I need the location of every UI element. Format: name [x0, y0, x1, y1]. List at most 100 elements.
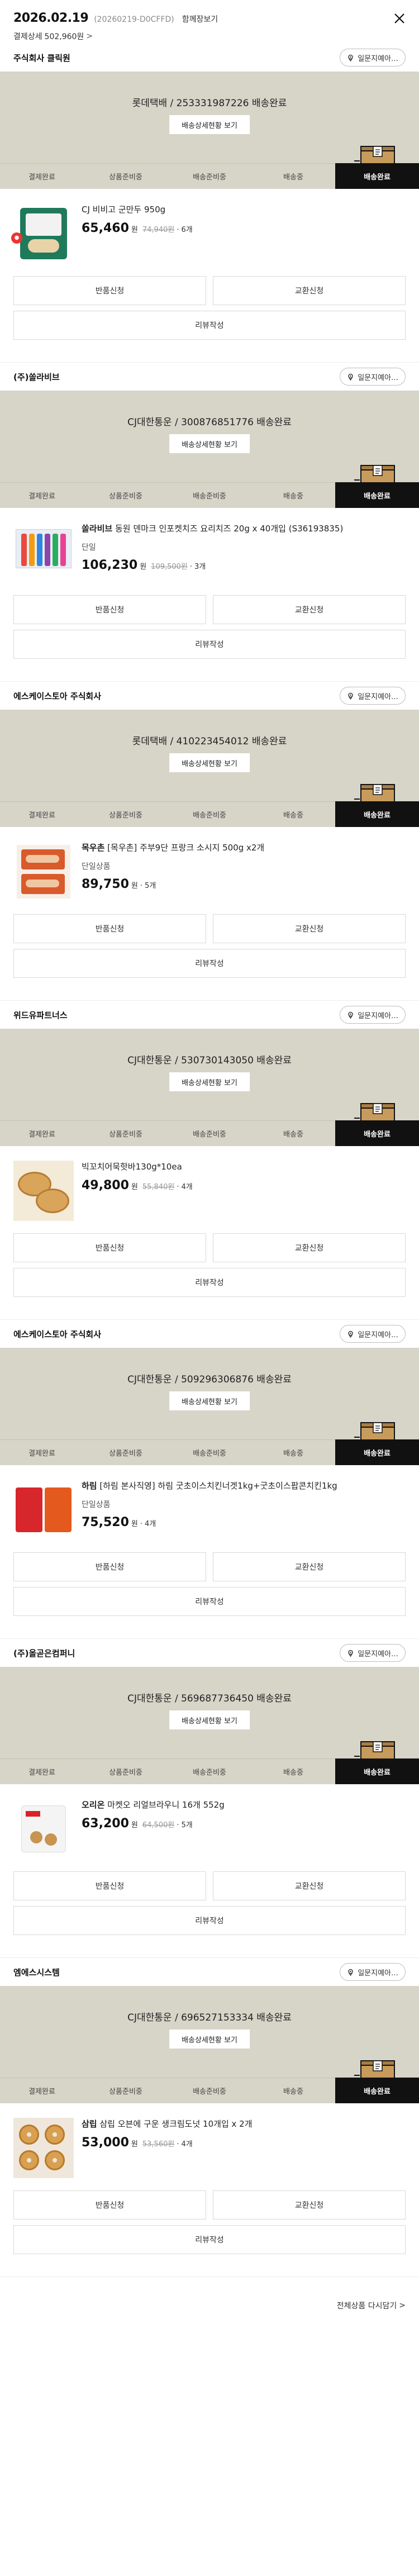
exchange-request-button[interactable]: 교환신청	[213, 1552, 406, 1581]
seller-inquiry-button[interactable]: 일문지예아…	[340, 1963, 406, 1981]
quantity: 4개	[145, 1520, 156, 1528]
write-review-button[interactable]: 리뷰작성	[13, 1587, 406, 1616]
rebuy-all-link[interactable]: 전체상품 다시담기 >	[0, 2277, 419, 2322]
delivery-steps: 결제완료 상품준비중 배송준비중 배송중 배송완료	[0, 482, 419, 508]
delivery-status-panel: 롯데택배 / 253331987226 배송완료 배송상세현황 보기 결제완료 상품준…	[0, 72, 419, 189]
product-name[interactable]: 오리온 마켓오 리얼브라우니 16개 552g	[82, 1799, 406, 1811]
product-name[interactable]: 쏠라비브 동원 덴마크 인포켓치즈 요리치즈 20g x 40개입 (S3619…	[82, 522, 406, 535]
exchange-request-button[interactable]: 교환신청	[213, 1871, 406, 1900]
return-request-button[interactable]: 반품신청	[13, 595, 206, 624]
tracking-detail-button[interactable]: 배송상세현황 보기	[169, 1710, 250, 1729]
tracking-detail-button[interactable]: 배송상세현황 보기	[169, 1391, 250, 1410]
step-1: 결제완료	[0, 2078, 84, 2103]
return-request-button[interactable]: 반품신청	[13, 1233, 206, 1262]
currency-unit: 원	[140, 563, 147, 571]
return-request-button[interactable]: 반품신청	[13, 276, 206, 305]
quantity: 5개	[181, 1821, 193, 1829]
return-request-button[interactable]: 반품신청	[13, 2190, 206, 2219]
seller-inquiry-button[interactable]: 일문지예아…	[340, 1006, 406, 1024]
product-name[interactable]: 빅꼬치어묵핫바130g*10ea	[82, 1161, 406, 1173]
quantity: 4개	[181, 1183, 193, 1191]
product-image[interactable]	[13, 842, 74, 902]
product-brand: 목우촌	[82, 843, 105, 853]
step-3: 배송준비중	[168, 1758, 251, 1784]
product-name[interactable]: 목우촌 [목우촌] 주부9단 프랑크 소시지 500g x2개	[82, 842, 406, 854]
seller-inquiry-button[interactable]: 일문지예아…	[340, 1325, 406, 1343]
step-2: 상품준비중	[84, 482, 168, 508]
quantity-separator: ·	[189, 563, 193, 571]
quantity-separator: ·	[177, 1821, 179, 1829]
return-request-button[interactable]: 반품신청	[13, 1871, 206, 1900]
order-group: 주식회사 클릭원 일문지예아… 롯데택배 / 253331987226 배송완료 배송…	[0, 44, 419, 363]
quantity: 6개	[181, 226, 193, 234]
product-option: 단일	[82, 543, 96, 552]
sale-price: 89,750	[82, 877, 129, 891]
quantity-separator: ·	[177, 226, 179, 234]
price-row: 63,200 원 64,500원 · 5개	[82, 1817, 406, 1831]
step-1: 결제완료	[0, 801, 84, 827]
product-image[interactable]: ●	[11, 203, 74, 264]
order-group: (주)쏠라비브 일문지예아… CJ대한통운 / 300876851776 배송완료 배…	[0, 363, 419, 682]
seller-inquiry-button[interactable]: 일문지예아…	[340, 1644, 406, 1662]
step-2: 상품준비중	[84, 1120, 168, 1146]
delivery-steps: 결제완료 상품준비중 배송준비중 배송중 배송완료	[0, 1439, 419, 1465]
product-name[interactable]: 하림 [하림 본사직영] 하림 굿초이스치킨너겟1kg+굿초이스팝콘치킨1kg	[82, 1480, 406, 1492]
seller-inquiry-button[interactable]: 일문지예아…	[340, 687, 406, 705]
return-request-button[interactable]: 반품신청	[13, 1552, 206, 1581]
delivery-status-text: 롯데택배 / 410223454012 배송완료	[132, 736, 287, 747]
tracking-detail-button[interactable]: 배송상세현황 보기	[169, 1072, 250, 1091]
seller-inquiry-button[interactable]: 일문지예아…	[340, 368, 406, 386]
product-name[interactable]: 삼립 삼립 오븐에 구운 생크림도넛 10개입 x 2개	[82, 2118, 406, 2130]
seller-header: 주식회사 클릭원 일문지예아…	[0, 44, 419, 72]
delivery-steps: 결제완료 상품준비중 배송준비중 배송중 배송완료	[0, 2078, 419, 2103]
exchange-request-button[interactable]: 교환신청	[213, 1233, 406, 1262]
shared-shopping-link[interactable]: 함께장보기	[182, 13, 218, 25]
inquiry-label: 일문지예아…	[358, 1650, 398, 1658]
seller-inquiry-button[interactable]: 일문지예아…	[340, 49, 406, 66]
tracking-detail-button[interactable]: 배송상세현황 보기	[169, 434, 250, 453]
product-item: 쏠라비브 동원 덴마크 인포켓치즈 요리치즈 20g x 40개입 (S3619…	[0, 508, 419, 595]
quantity: 3개	[194, 563, 206, 571]
exchange-request-button[interactable]: 교환신청	[213, 2190, 406, 2219]
product-image[interactable]	[13, 522, 74, 583]
write-review-button[interactable]: 리뷰작성	[13, 1906, 406, 1935]
close-icon[interactable]	[393, 12, 406, 25]
write-review-button[interactable]: 리뷰작성	[13, 311, 406, 340]
product-image[interactable]	[13, 1480, 74, 1540]
seller-name: 에스케이스토아 주식회사	[13, 1329, 102, 1339]
product-name[interactable]: CJ 비비고 군만두 950g	[82, 203, 406, 216]
delivery-status-panel: CJ대한통운 / 509296306876 배송완료 배송상세현황 보기 결제완료 상…	[0, 1348, 419, 1465]
write-review-button[interactable]: 리뷰작성	[13, 949, 406, 978]
sale-price: 63,200	[82, 1817, 129, 1831]
product-info: 하림 [하림 본사직영] 하림 굿초이스치킨너겟1kg+굿초이스팝콘치킨1kg 단…	[74, 1480, 406, 1552]
sale-price: 65,460	[82, 221, 129, 235]
order-group: (주)올곧은컴퍼니 일문지예아… CJ대한통운 / 569687736450 배송완…	[0, 1639, 419, 1958]
exchange-request-button[interactable]: 교환신청	[213, 595, 406, 624]
step-4: 배송중	[251, 1758, 335, 1784]
step-2: 상품준비중	[84, 1758, 168, 1784]
product-info: 삼립 삼립 오븐에 구운 생크림도넛 10개입 x 2개 53,000 원 53,56…	[74, 2118, 406, 2190]
price-row: 89,750 원 · 5개	[82, 877, 406, 891]
exchange-request-button[interactable]: 교환신청	[213, 914, 406, 943]
step-4: 배송중	[251, 2078, 335, 2103]
write-review-button[interactable]: 리뷰작성	[13, 1268, 406, 1297]
delivery-status-text: CJ대한통운 / 530730143050 배송완료	[127, 1055, 292, 1066]
tracking-detail-button[interactable]: 배송상세현황 보기	[169, 753, 250, 772]
price-row: 75,520 원 · 4개	[82, 1515, 406, 1529]
delivery-steps: 결제완료 상품준비중 배송준비중 배송중 배송완료	[0, 1120, 419, 1146]
tracking-detail-button[interactable]: 배송상세현황 보기	[169, 2030, 250, 2049]
return-request-button[interactable]: 반품신청	[13, 914, 206, 943]
location-pin-icon	[347, 1011, 354, 1019]
write-review-button[interactable]: 리뷰작성	[13, 630, 406, 659]
write-review-button[interactable]: 리뷰작성	[13, 2225, 406, 2254]
payment-detail-link[interactable]: 결제상세 502,960원 >	[13, 31, 406, 42]
product-image[interactable]	[13, 2118, 74, 2178]
inquiry-label: 일문지예아…	[358, 54, 398, 63]
product-title: 삼립 오븐에 구운 생크림도넛 10개입 x 2개	[97, 2119, 253, 2129]
product-image[interactable]	[13, 1161, 74, 1221]
exchange-request-button[interactable]: 교환신청	[213, 276, 406, 305]
tracking-detail-button[interactable]: 배송상세현황 보기	[169, 115, 250, 134]
product-option: 단일상품	[82, 1500, 111, 1509]
product-image[interactable]	[13, 1799, 74, 1859]
order-actions: 반품신청 교환신청리뷰작성	[0, 1552, 419, 1616]
